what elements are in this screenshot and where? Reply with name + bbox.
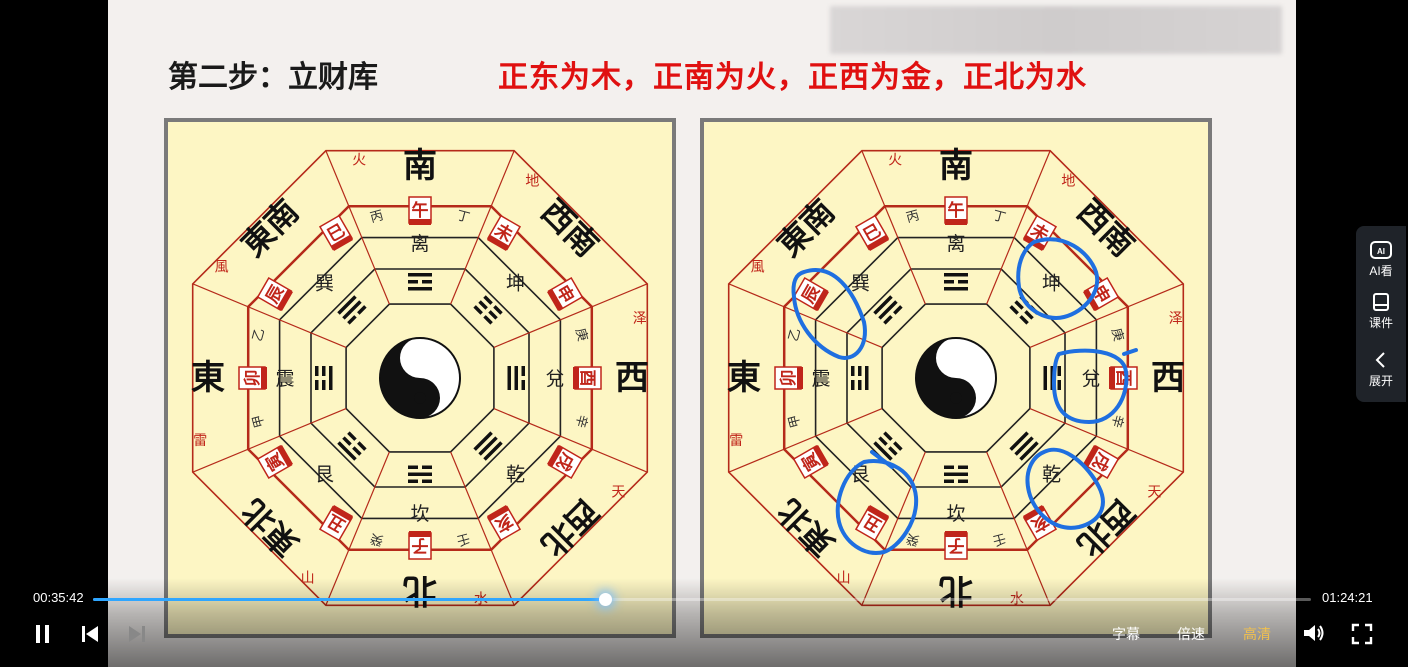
quality-button[interactable]: 高清 [1243, 624, 1271, 644]
trigram-name: 坤 [506, 273, 525, 295]
trigram-name: 离 [410, 233, 429, 255]
trigram-name: 兌 [545, 368, 564, 390]
element-label: 天 [1147, 484, 1161, 500]
ai-watch-label: AI看 [1369, 264, 1393, 278]
progress-bar[interactable] [93, 593, 1311, 606]
direction-label: 南 [403, 146, 437, 186]
slide-step-title: 第二步：立财库 [168, 60, 378, 95]
branch-label: 午 [408, 196, 432, 225]
trigram-name: 坎 [946, 503, 965, 525]
volume-icon [1304, 625, 1324, 641]
side-panel: AI AI看 课件 展开 [1356, 226, 1406, 402]
element-label: 泽 [633, 311, 647, 327]
element-label: 風 [751, 260, 765, 276]
bagua-svg-left: 离南火坤西南地兌西泽乾西北天坎北水艮東北山震東雷巽東南風午未申酉戌亥子丑寅卯辰巳… [168, 122, 672, 634]
video-frame[interactable]: 第二步：立财库 正东为木，正南为火，正西为金，正北为水 离南火坤西南地兌西泽乾西… [108, 0, 1296, 667]
expand-button[interactable]: 展开 [1356, 350, 1406, 389]
ai-watch-button[interactable]: AI AI看 [1356, 240, 1406, 279]
direction-label: 西 [615, 358, 649, 398]
svg-text:子: 子 [412, 535, 429, 555]
element-label: 雷 [729, 433, 743, 449]
direction-label: 西 [1151, 358, 1185, 398]
svg-text:酉: 酉 [1113, 370, 1133, 387]
branch-label: 卯 [238, 366, 267, 390]
element-label: 火 [352, 152, 366, 168]
svg-text:卯: 卯 [243, 370, 263, 387]
progress-knob[interactable] [598, 593, 612, 606]
svg-text:AI: AI [1377, 247, 1385, 256]
svg-text:午: 午 [412, 200, 429, 221]
skip-next-icon [129, 626, 145, 642]
courseware-button[interactable]: 课件 [1356, 292, 1406, 331]
direction-label: 東 [191, 358, 225, 398]
element-label: 火 [888, 152, 902, 168]
speed-button[interactable]: 倍速 [1177, 624, 1205, 644]
svg-text:酉: 酉 [577, 370, 597, 387]
volume-button[interactable] [1302, 622, 1326, 648]
direction-label: 南 [939, 146, 973, 186]
element-label: 風 [215, 260, 229, 276]
branch-label: 酉 [573, 366, 602, 390]
trigram-name: 乾 [1042, 463, 1061, 485]
svg-text:子: 子 [948, 535, 965, 555]
svg-text:卯: 卯 [779, 370, 799, 387]
svg-text:午: 午 [948, 200, 965, 221]
player-controls [0, 578, 1408, 667]
element-label: 天 [611, 484, 625, 500]
branch-label: 酉 [1109, 366, 1138, 390]
branch-label: 子 [408, 531, 432, 560]
branch-label: 子 [944, 531, 968, 560]
fullscreen-button[interactable] [1351, 623, 1373, 649]
trigram-name: 艮 [315, 463, 334, 485]
pause-icon [36, 625, 49, 643]
trigram-name: 坎 [410, 503, 429, 525]
bagua-svg-right: 离南火坤西南地兌西泽乾西北天坎北水艮東北山震東雷巽東南風午未申酉戌亥子丑寅卯辰巳… [704, 122, 1208, 634]
bagua-diagram-left: 离南火坤西南地兌西泽乾西北天坎北水艮東北山震東雷巽東南風午未申酉戌亥子丑寅卯辰巳… [164, 118, 676, 638]
element-label: 泽 [1169, 311, 1183, 327]
trigram-name: 兌 [1081, 368, 1100, 390]
yin-yang-icon [379, 337, 461, 419]
element-label: 雷 [193, 433, 207, 449]
total-time: 01:24:21 [1322, 590, 1373, 605]
fullscreen-icon [1351, 623, 1373, 645]
yin-yang-icon [915, 337, 997, 419]
subtitle-button[interactable]: 字幕 [1112, 624, 1140, 644]
direction-label: 東 [727, 358, 761, 398]
blurred-overlay [830, 6, 1282, 54]
pause-button[interactable] [34, 624, 52, 648]
element-label: 地 [525, 174, 539, 190]
skip-previous-icon [82, 626, 98, 642]
current-time: 00:35:42 [33, 590, 84, 605]
trigram-name: 离 [946, 233, 965, 255]
branch-label: 卯 [774, 366, 803, 390]
trigram-name: 震 [275, 368, 294, 390]
courseware-label: 课件 [1368, 316, 1393, 330]
slide-elements-title: 正东为木，正南为火，正西为金，正北为水 [498, 60, 1087, 95]
previous-button[interactable] [80, 624, 100, 648]
expand-label: 展开 [1368, 374, 1393, 388]
bagua-diagram-right: 离南火坤西南地兌西泽乾西北天坎北水艮東北山震東雷巽東南風午未申酉戌亥子丑寅卯辰巳… [700, 118, 1212, 638]
next-button[interactable] [127, 624, 147, 648]
trigram-name: 乾 [506, 463, 525, 485]
trigram-name: 巽 [851, 273, 870, 295]
ai-icon: AI [1370, 241, 1392, 259]
trigram-name: 坤 [1042, 273, 1061, 295]
progress-fill [93, 598, 605, 601]
trigram-name: 巽 [315, 273, 334, 295]
book-icon [1373, 293, 1389, 311]
branch-label: 午 [944, 196, 968, 225]
element-label: 地 [1061, 174, 1075, 190]
trigram-name: 震 [811, 368, 830, 390]
chevron-left-icon [1375, 352, 1385, 368]
